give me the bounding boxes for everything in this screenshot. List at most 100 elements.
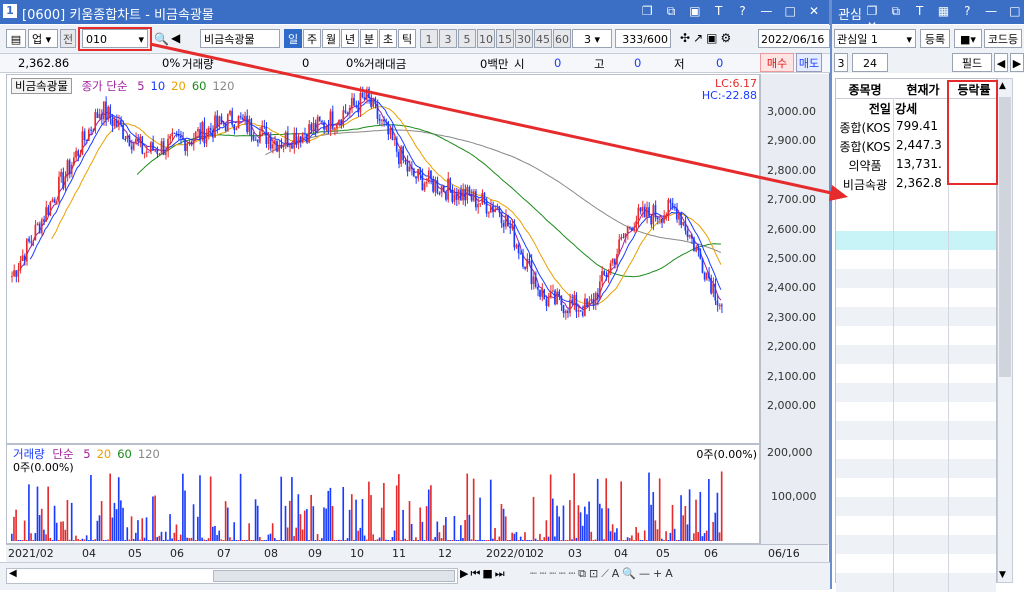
minus-icon[interactable]: —	[639, 567, 653, 580]
count-a[interactable]: 3	[834, 53, 848, 72]
interval-select[interactable]: 3 ▾	[572, 29, 612, 48]
save-icon[interactable]: ▣	[706, 31, 720, 45]
next-icon[interactable]: ▶	[460, 567, 470, 580]
watchlist-row[interactable]	[836, 573, 996, 592]
tile-icon[interactable]: ⧉	[888, 4, 904, 19]
tile-icon[interactable]: ⧉	[663, 4, 679, 19]
watchlist-row[interactable]	[836, 440, 996, 459]
watchlist-row[interactable]	[836, 269, 996, 288]
count-b[interactable]: 24	[852, 53, 888, 72]
watchlist-row[interactable]	[836, 288, 996, 307]
price-chart[interactable]: 비금속광물 종가 단순 5 10 20 60 120 LC:6.17 HC:-22.88	[6, 74, 760, 444]
fastforward-icon[interactable]: ⏭	[495, 567, 507, 580]
plus-icon[interactable]: +	[653, 567, 665, 580]
watchlist-row[interactable]	[836, 402, 996, 421]
watchlist-row[interactable]	[836, 231, 996, 250]
bar-count-field[interactable]: 333/600	[615, 29, 671, 48]
close-icon[interactable]: ✕	[806, 4, 822, 18]
market-type-select[interactable]: 업 ▾	[28, 29, 58, 48]
watchlist-scroll-thumb[interactable]	[999, 97, 1011, 377]
interval-button[interactable]: 5	[458, 29, 476, 48]
date-field[interactable]: 2022/06/16	[758, 29, 830, 48]
maximize-icon[interactable]: □	[1007, 4, 1023, 18]
watchlist-row[interactable]	[836, 516, 996, 535]
trend-icon[interactable]: ↗	[693, 31, 706, 45]
interval-button[interactable]: 60	[553, 29, 571, 48]
interval-button[interactable]: 30	[515, 29, 533, 48]
watchlist-row[interactable]	[836, 307, 996, 326]
watchlist-row[interactable]	[836, 478, 996, 497]
crosshair-icon[interactable]: ✣	[680, 31, 693, 45]
watchlist-row[interactable]	[836, 212, 996, 231]
pin-icon[interactable]: T	[912, 4, 928, 18]
interval-button[interactable]: 3	[439, 29, 457, 48]
volume-chart[interactable]: 거래량 단순 5 20 60 120 0주(0.00%) 0주(0.00%)	[6, 444, 760, 544]
help-icon[interactable]: ?	[959, 4, 975, 18]
register-button[interactable]: 등록	[920, 29, 950, 48]
pin-icon[interactable]: T	[711, 4, 727, 18]
stock-name-field[interactable]: 비금속광물	[200, 29, 280, 48]
field-button[interactable]: 필드	[952, 53, 992, 72]
watchlist-group-select[interactable]: 관심일 1 ▾	[834, 29, 916, 48]
chart-scrollbar[interactable]: ◀	[6, 568, 458, 584]
period-button[interactable]: 주	[303, 29, 321, 48]
text-tool-icon[interactable]: A	[612, 567, 623, 580]
interval-button[interactable]: 15	[496, 29, 514, 48]
period-button[interactable]: 일	[284, 29, 302, 48]
rewind-icon[interactable]: ⏮	[470, 567, 482, 580]
minimize-icon[interactable]: —	[758, 4, 774, 18]
page-next-icon[interactable]: ▶	[1010, 53, 1024, 72]
zoom-icon[interactable]: 🔍	[622, 567, 639, 580]
header-price[interactable]: 현재가	[896, 81, 950, 98]
layout-b-icon[interactable]: ⊡	[589, 567, 601, 580]
watchlist-row[interactable]	[836, 383, 996, 402]
settings-icon[interactable]: ⚙	[720, 31, 734, 45]
grid-icon[interactable]: ▦	[935, 4, 951, 18]
candle-body	[325, 126, 327, 130]
page-prev-icon[interactable]: ◀	[994, 53, 1008, 72]
period-button[interactable]: 월	[322, 29, 340, 48]
watchlist-row[interactable]	[836, 326, 996, 345]
restore-icon[interactable]: ❐	[864, 4, 880, 18]
scroll-left-icon[interactable]: ◀	[9, 568, 17, 579]
period-button[interactable]: 틱	[398, 29, 416, 48]
layout-icon[interactable]: ▣	[687, 4, 703, 18]
minimize-icon[interactable]: —	[983, 4, 999, 18]
scroll-up-icon[interactable]: ▲	[999, 81, 1006, 91]
buy-button[interactable]: 매수	[760, 53, 794, 72]
watchlist-menu-button[interactable]: ■▾	[954, 29, 982, 48]
font-icon[interactable]: A	[665, 567, 676, 580]
sell-button[interactable]: 매도	[796, 53, 822, 72]
watchlist-row[interactable]	[836, 345, 996, 364]
watchlist-row[interactable]	[836, 364, 996, 383]
zoom-slider-icon[interactable]: ┈┈┈┈┈	[530, 567, 578, 580]
watchlist-row[interactable]	[836, 459, 996, 478]
watchlist-row[interactable]	[836, 421, 996, 440]
interval-button[interactable]: 10	[477, 29, 495, 48]
search-icon[interactable]: 🔍	[154, 32, 169, 46]
line-tool-icon[interactable]: ⟋	[601, 567, 612, 580]
scroll-down-icon[interactable]: ▼	[999, 570, 1006, 580]
watchlist-row[interactable]	[836, 497, 996, 516]
code-register-button[interactable]: 코드등	[984, 29, 1022, 48]
watchlist-row[interactable]	[836, 554, 996, 573]
interval-button[interactable]: 45	[534, 29, 552, 48]
period-button[interactable]: 년	[341, 29, 359, 48]
watchlist-scrollbar[interactable]: ▲ ▼	[997, 78, 1013, 583]
prev-arrow-icon[interactable]: ◀	[171, 31, 180, 45]
period-button[interactable]: 분	[360, 29, 378, 48]
total-toggle[interactable]: 전	[60, 29, 76, 48]
scroll-thumb[interactable]	[213, 570, 455, 582]
header-name[interactable]: 종목명	[836, 81, 894, 98]
stop-icon[interactable]: ■	[482, 567, 494, 580]
restore-icon[interactable]: ❐	[639, 4, 655, 18]
interval-button[interactable]: 1	[420, 29, 438, 48]
layout-a-icon[interactable]: ⧉	[578, 567, 589, 580]
maximize-icon[interactable]: □	[782, 4, 798, 18]
period-button[interactable]: 초	[379, 29, 397, 48]
watchlist-row[interactable]	[836, 535, 996, 554]
help-icon[interactable]: ?	[735, 4, 751, 18]
chart-menu-icon[interactable]: ▤	[6, 29, 26, 48]
watchlist-row[interactable]	[836, 250, 996, 269]
watchlist-row[interactable]	[836, 193, 996, 212]
